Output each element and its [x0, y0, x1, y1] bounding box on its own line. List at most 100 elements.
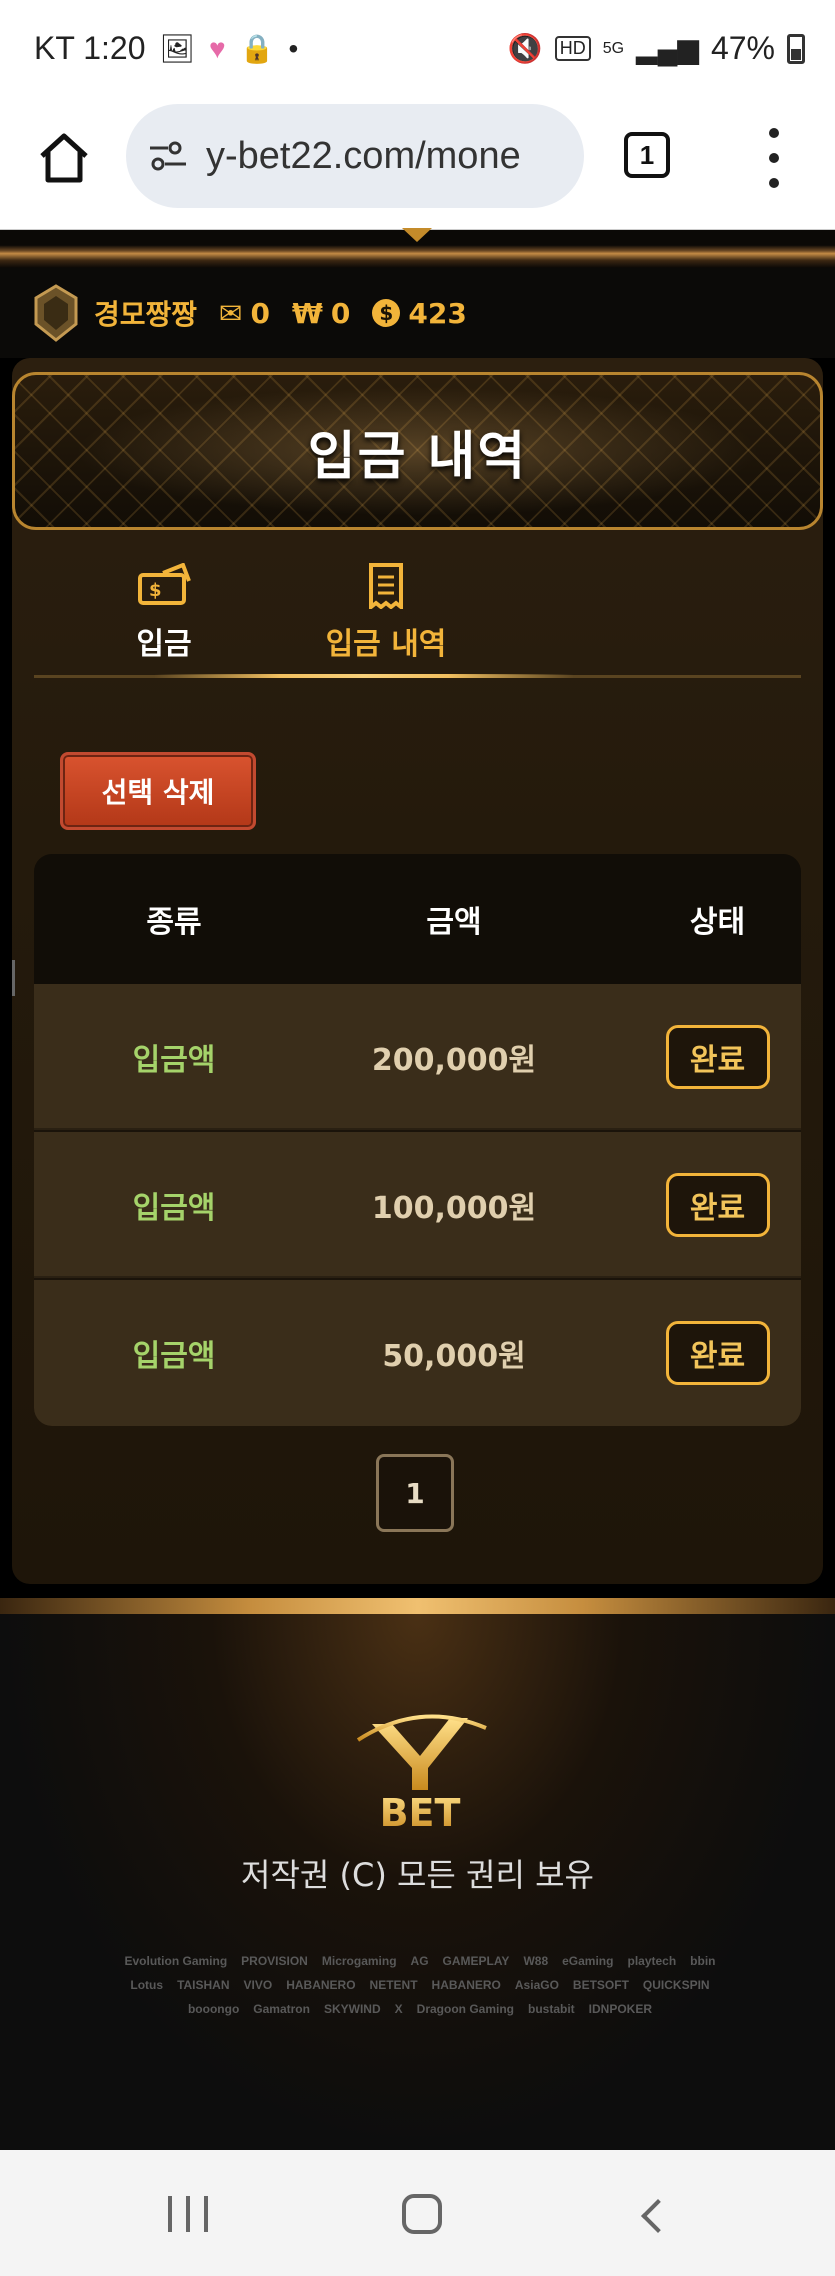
status-right: 🔇 HD 5G ▂▄▆ 47% [508, 30, 805, 67]
provider-logo: QUICKSPIN [642, 1978, 710, 1992]
messages-stat[interactable]: ✉ 0 [219, 297, 270, 330]
tab-history-label: 입금 내역 [325, 627, 447, 662]
svg-text:$: $ [149, 580, 162, 601]
status-badge[interactable]: 완료 [665, 1173, 770, 1237]
header-type: 종류 [146, 905, 202, 940]
username[interactable]: 경모짱짱 [94, 293, 197, 333]
provider-logo: SKYWIND [323, 2002, 381, 2016]
status-badge[interactable]: 완료 [665, 1321, 770, 1385]
page-button-1[interactable]: 1 [376, 1454, 454, 1532]
status-left: KT 1:20 🖼 ♥ 🔒 • [34, 30, 298, 67]
copyright-text: 저작권 (C) 모든 권리 보유 [241, 1856, 594, 1894]
row-status: 완료 [634, 1132, 801, 1278]
provider-logo: W88 [523, 1954, 549, 1968]
browser-toolbar: y-bet22.com/mone 1 [0, 100, 835, 230]
row-status: 완료 [634, 1280, 801, 1426]
home-icon[interactable] [36, 130, 92, 186]
row-amount: 50,000원 [382, 1339, 526, 1374]
provider-logo: Evolution Gaming [124, 1954, 228, 1968]
provider-logo: bustabit [528, 2002, 575, 2016]
row-type: 입금액 [132, 1191, 216, 1226]
page: KT 1:20 🖼 ♥ 🔒 • 🔇 HD 5G ▂▄▆ 47% y-bet22.… [0, 0, 835, 2276]
envelope-icon: ✉ [219, 296, 243, 330]
table-row[interactable]: 입금액 100,000원 완료 [34, 1132, 801, 1278]
points-balance: $ 423 [372, 296, 467, 330]
provider-logo: playtech [627, 1954, 677, 1968]
row-amount: 200,000원 [371, 1043, 537, 1078]
page-title: 입금 내역 [307, 426, 528, 487]
back-icon[interactable] [641, 2199, 675, 2233]
page-banner: 입금 내역 [12, 372, 823, 530]
system-nav-bar [0, 2150, 835, 2276]
provider-logo: IDNPOKER [588, 2002, 653, 2016]
provider-logo: HABANERO [286, 1978, 356, 1992]
recent-apps-icon[interactable] [168, 2196, 208, 2232]
user-info-bar: 경모짱짱 ✉ 0 ₩ 0 $ 423 [0, 268, 835, 358]
provider-logo: eGaming [562, 1954, 614, 1968]
provider-logo: Microgaming [321, 1954, 397, 1968]
address-bar[interactable]: y-bet22.com/mone [126, 104, 584, 208]
tab-deposit-label: 입금 [136, 627, 192, 662]
provider-logo: Dragoon Gaming [416, 2002, 514, 2016]
table-row[interactable]: 입금액 200,000원 완료 [34, 984, 801, 1130]
footer-stripe [0, 1598, 835, 1614]
5g-icon: 5G [602, 39, 625, 57]
carrier-time: KT 1:20 [34, 30, 146, 66]
provider-logo: HABANERO [431, 1978, 501, 1992]
provider-logo: TAISHAN [177, 1978, 230, 1992]
coin-icon: $ [372, 299, 401, 327]
url-text: y-bet22.com/mone [206, 134, 521, 177]
row-status: 완료 [634, 984, 801, 1130]
provider-logo: VIVO [243, 1978, 273, 1992]
tab-bar: $ 입금 입금 내역 [34, 548, 801, 678]
hd-icon: HD [554, 36, 591, 61]
more-vert-icon[interactable] [764, 128, 784, 188]
message-count: 0 [250, 296, 270, 330]
provider-logos: Evolution Gaming PROVISION Microgaming A… [120, 1954, 720, 2016]
heart-icon: ♥ [209, 32, 226, 64]
signal-icon: ▂▄▆ [636, 33, 699, 64]
battery-icon [787, 33, 805, 64]
provider-logo: bbin [690, 1954, 716, 1968]
table-row[interactable]: 입금액 50,000원 완료 [34, 1280, 801, 1426]
row-type: 입금액 [132, 1043, 216, 1078]
won-balance: ₩ 0 [292, 297, 350, 330]
provider-logo: AsiaGO [514, 1978, 559, 1992]
money-icon: $ [138, 563, 191, 605]
won-amount: 0 [330, 296, 351, 330]
provider-logo: BETSOFT [572, 1978, 629, 1992]
table-header: 종류 금액 상태 [34, 854, 801, 984]
history-table: 종류 금액 상태 입금액 200,000원 완료 입금액 100,000원 완료… [34, 854, 801, 1426]
receipt-icon [369, 563, 403, 609]
status-bar: KT 1:20 🖼 ♥ 🔒 • 🔇 HD 5G ▂▄▆ 47% [0, 0, 835, 100]
provider-logo: Gamatron [253, 2002, 310, 2016]
delete-selected-button[interactable]: 선택 삭제 [60, 752, 256, 830]
tab-deposit-history[interactable]: 입금 내역 [216, 548, 556, 678]
won-icon: ₩ [292, 296, 323, 330]
home-nav-icon[interactable] [402, 2194, 442, 2234]
provider-logo: GAMEPLAY [442, 1954, 510, 1968]
footer: BET 저작권 (C) 모든 권리 보유 Evolution Gaming PR… [0, 1614, 835, 2150]
header-status: 상태 [689, 905, 746, 940]
row-amount: 100,000원 [371, 1191, 537, 1226]
site-settings-icon[interactable] [148, 139, 188, 173]
ybet-logo: BET [356, 1714, 487, 1834]
status-badge[interactable]: 완료 [665, 1025, 770, 1089]
scroll-indicator [12, 960, 15, 996]
row-type: 입금액 [132, 1339, 216, 1374]
provider-logo: AG [410, 1954, 429, 1968]
header-amount: 금액 [426, 905, 482, 940]
provider-logo: PROVISION [241, 1954, 308, 1968]
active-tab-indicator [154, 674, 574, 678]
rank-badge-icon [34, 284, 78, 342]
lock-icon: 🔒 [239, 33, 275, 64]
provider-logo: X [394, 2002, 403, 2016]
deposit-history-panel: 입금 내역 $ 입금 입금 내역 선택 삭제 종류 금액 상태 입금액 200,… [12, 358, 823, 1584]
provider-logo: booongo [187, 2002, 240, 2016]
battery-percent: 47% [710, 30, 775, 66]
provider-logo: Lotus [130, 1978, 164, 1992]
provider-logo: NETENT [369, 1978, 418, 1992]
image-icon: 🖼 [159, 33, 196, 64]
tab-switcher-button[interactable]: 1 [624, 132, 670, 178]
points-amount: 423 [408, 296, 467, 330]
